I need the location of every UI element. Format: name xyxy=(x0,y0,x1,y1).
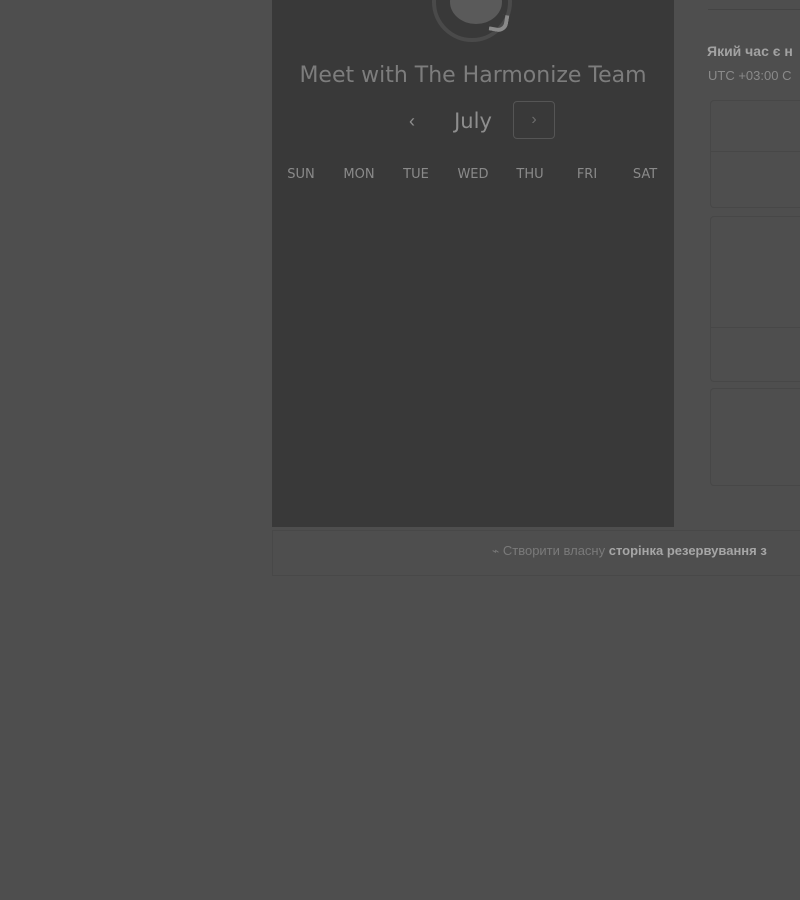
prev-month-button[interactable]: ‹ xyxy=(396,104,428,138)
divider xyxy=(711,327,800,328)
weekday-sun: SUN xyxy=(287,167,315,182)
timezone-label[interactable]: UTC +03:00 С xyxy=(708,68,800,84)
ellipsis-icon: ••• xyxy=(460,0,492,6)
time-question: Який час є н xyxy=(707,43,793,59)
footer-link[interactable]: сторінка резервування з xyxy=(609,543,767,558)
current-month: July xyxy=(454,109,492,133)
time-slot[interactable] xyxy=(710,100,800,208)
weekday-thu: THU xyxy=(516,167,544,182)
weekday-fri: FRI xyxy=(576,167,598,182)
booking-page: ••• Meet with The Harmonize Team ‹ July … xyxy=(0,0,800,900)
next-month-button[interactable]: › xyxy=(513,101,555,139)
sparkle-icon: ⌁ xyxy=(492,544,500,558)
weekday-mon: MON xyxy=(343,167,375,182)
weekday-sat: SAT xyxy=(632,167,658,182)
divider xyxy=(711,151,800,152)
time-slot[interactable] xyxy=(710,216,800,382)
divider xyxy=(708,9,800,10)
footer-prefix: Створити власну xyxy=(502,543,606,558)
page-title: Meet with The Harmonize Team xyxy=(299,63,647,88)
weekday-tue: TUE xyxy=(403,167,429,182)
footer-promo: ⌁ Створити власну сторінка резервування … xyxy=(492,542,800,560)
weekday-wed: WED xyxy=(457,167,489,182)
time-slot[interactable] xyxy=(710,388,800,486)
